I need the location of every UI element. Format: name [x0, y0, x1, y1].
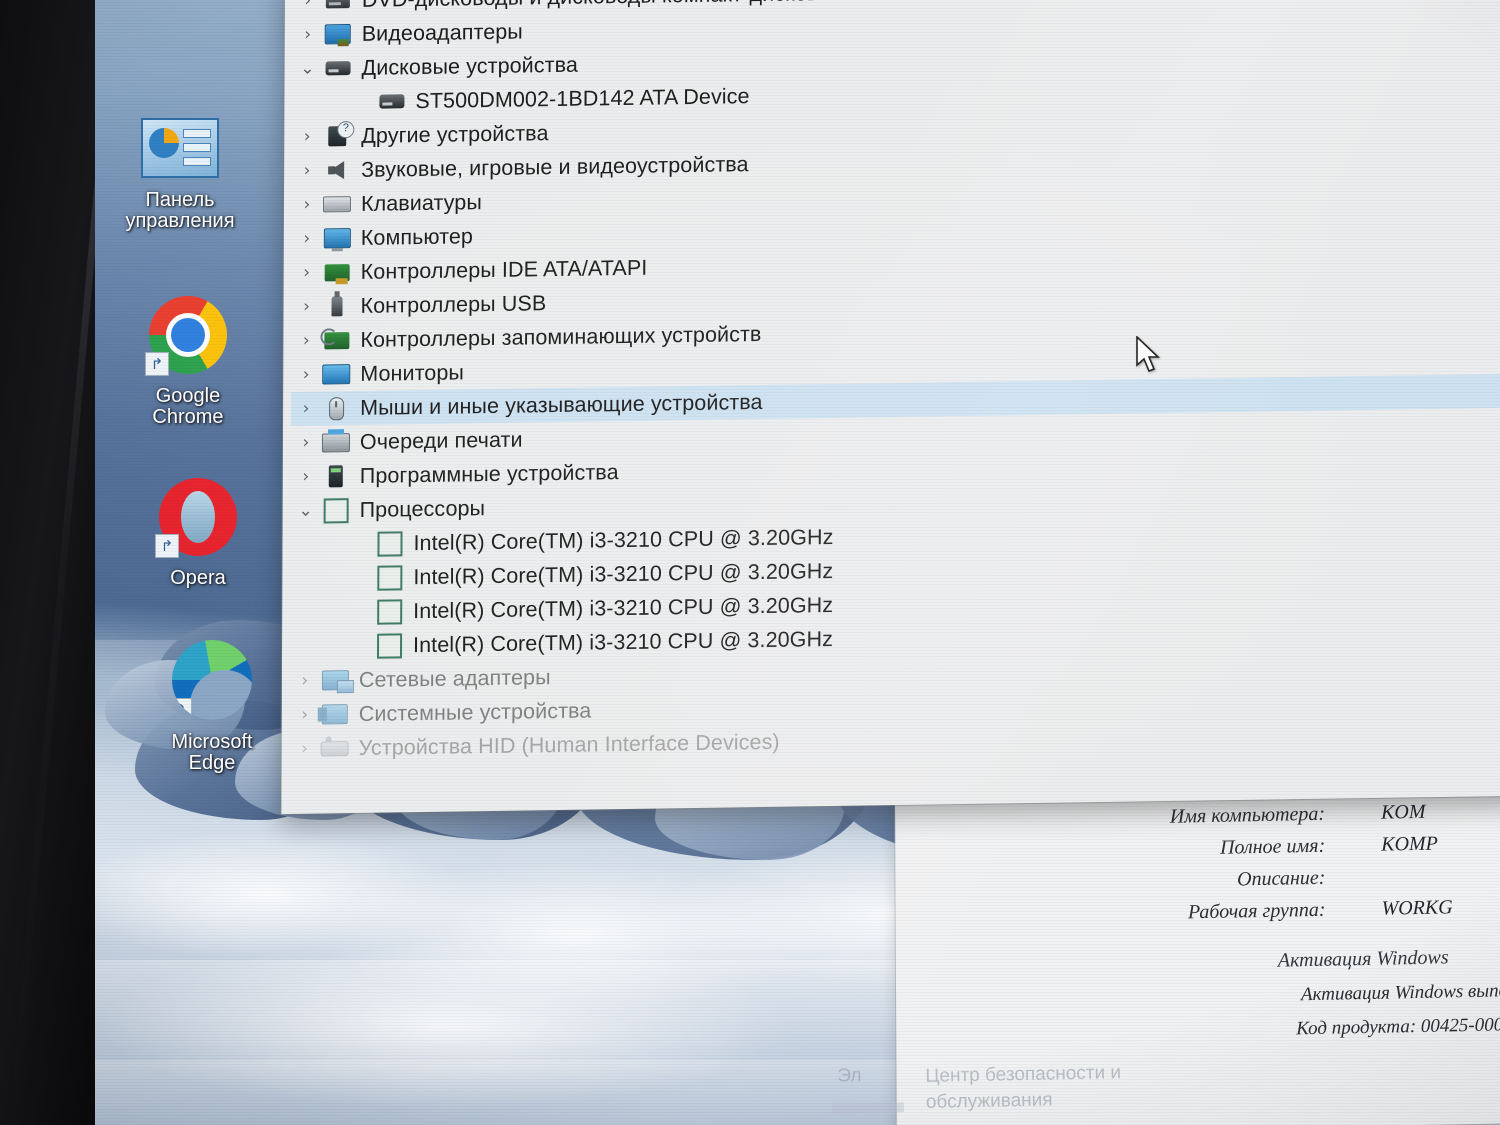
- chevron-right-icon[interactable]: ›: [292, 262, 322, 283]
- disk-drive-icon: [323, 61, 353, 76]
- product-key-label: Код продукта:: [1296, 1016, 1417, 1040]
- shortcut-overlay-icon: ↱: [172, 698, 192, 720]
- ide-controller-icon: [322, 263, 352, 281]
- system-properties-fields: Имя компьютера: KOM Полное имя: KOMP Опи…: [895, 797, 1500, 1048]
- mouse-pointer-icon: [1136, 336, 1160, 373]
- desktop-icon-label-line2: Edge: [188, 752, 236, 775]
- mouse-icon: [321, 396, 351, 420]
- computer-icon: [322, 228, 352, 249]
- field-value: KOMP: [1381, 832, 1438, 856]
- item-label-line1: Центр безопасности и: [925, 1062, 1122, 1087]
- chevron-right-icon[interactable]: ›: [291, 399, 321, 419]
- opera-icon: ↱: [113, 478, 283, 562]
- product-key-value: 00425-00000-00002-AA6: [1420, 1012, 1500, 1037]
- activation-status-row: Активация Windows выполнена Усл: [896, 978, 1500, 1014]
- activation-section-heading: Активация Windows: [1277, 946, 1449, 972]
- photo-of-monitor-screenshot: Корзина Панель управления ↱: [0, 0, 1500, 1125]
- microsoft-edge-icon: ↱: [127, 640, 297, 726]
- strip-accent-chip: [831, 1102, 905, 1114]
- google-chrome-icon: ↱: [103, 296, 273, 380]
- software-device-icon: [321, 465, 351, 488]
- monitor-icon: [321, 364, 351, 385]
- desktop-icon-opera[interactable]: ↱ Opera: [113, 478, 283, 589]
- processor-icon: [374, 632, 404, 659]
- device-tree[interactable]: ›DVD-дисководы и дисководы компакт-диско…: [282, 0, 1500, 766]
- chevron-right-icon[interactable]: ›: [292, 160, 322, 181]
- product-key-row: Код продукта: 00425-00000-00002-AA6: [896, 1012, 1500, 1048]
- chevron-right-icon[interactable]: ›: [292, 296, 322, 317]
- item-label-line2: обслуживания: [925, 1089, 1053, 1113]
- chevron-right-icon[interactable]: ›: [292, 126, 322, 147]
- chevron-right-icon[interactable]: ›: [292, 228, 322, 249]
- other-devices-icon: [322, 126, 352, 147]
- desktop-icon-column: Корзина Панель управления ↱: [95, 0, 300, 820]
- storage-controller-icon: [321, 331, 351, 349]
- desktop-icon-label-line1: Google: [155, 384, 221, 407]
- print-queue-icon: [321, 432, 351, 453]
- usb-controller-icon: [321, 296, 351, 317]
- monitor-screen: Корзина Панель управления ↱: [95, 0, 1500, 1125]
- chevron-down-icon[interactable]: ⌄: [293, 58, 323, 79]
- desktop-icon-google-chrome[interactable]: ↱ Google Chrome: [103, 296, 273, 429]
- processor-icon: [374, 564, 404, 591]
- desktop-icon-control-panel[interactable]: Панель управления: [95, 118, 265, 233]
- processor-icon: [374, 530, 404, 557]
- desktop-icon-label-line1: Microsoft: [171, 730, 253, 753]
- device-manager-window[interactable]: ›DVD-дисководы и дисководы компакт-диско…: [281, 0, 1500, 815]
- desktop-icon-label-line1: Панель: [145, 188, 215, 211]
- field-value: KOM: [1380, 800, 1426, 824]
- display-adapter-icon: [323, 24, 353, 45]
- processor-icon: [374, 598, 404, 625]
- hid-device-icon: [320, 740, 350, 757]
- shortcut-overlay-icon: ↱: [145, 352, 169, 376]
- sound-device-icon: [322, 161, 352, 180]
- shortcut-overlay-icon: ↱: [155, 534, 179, 558]
- network-adapter-icon: [320, 670, 350, 691]
- processor-icon: [321, 497, 351, 523]
- control-panel-icon: [95, 118, 265, 184]
- control-panel-item-strip: Эл Центр безопасности и обслуживания: [815, 1050, 1236, 1125]
- desktop-icon-label-line1: Opera: [170, 566, 226, 589]
- desktop-icon-label-line2: управления: [125, 210, 235, 233]
- chevron-right-icon[interactable]: ›: [292, 194, 322, 215]
- chevron-right-icon[interactable]: ›: [291, 467, 321, 487]
- disk-drive-icon: [376, 94, 406, 109]
- control-panel-item-security-center[interactable]: Центр безопасности и обслуживания: [925, 1060, 1122, 1115]
- chevron-right-icon[interactable]: ›: [290, 705, 320, 725]
- chevron-right-icon[interactable]: ›: [290, 739, 320, 759]
- desktop-icon-microsoft-edge[interactable]: ↱ Microsoft Edge: [127, 640, 297, 775]
- chevron-right-icon[interactable]: ›: [290, 671, 320, 691]
- chevron-right-icon[interactable]: ›: [291, 330, 321, 351]
- chevron-right-icon[interactable]: ›: [293, 0, 323, 11]
- field-value: [1325, 883, 1381, 884]
- field-value: WORKG: [1381, 896, 1453, 920]
- system-device-icon: [320, 704, 350, 725]
- chevron-right-icon[interactable]: ›: [293, 24, 323, 45]
- desktop-icon-label-line2: Chrome: [152, 406, 224, 429]
- chevron-right-icon[interactable]: ›: [291, 433, 321, 453]
- chevron-right-icon[interactable]: ›: [291, 365, 321, 385]
- chevron-down-icon[interactable]: ⌄: [291, 501, 321, 521]
- activation-status-text: Активация Windows выполнена: [1300, 979, 1500, 1006]
- keyboard-icon: [322, 196, 352, 213]
- dvd-drive-icon: [323, 0, 353, 8]
- field-label: Имя компьютера:: [1169, 802, 1326, 828]
- strip-left-fragment: Эл: [837, 1065, 862, 1087]
